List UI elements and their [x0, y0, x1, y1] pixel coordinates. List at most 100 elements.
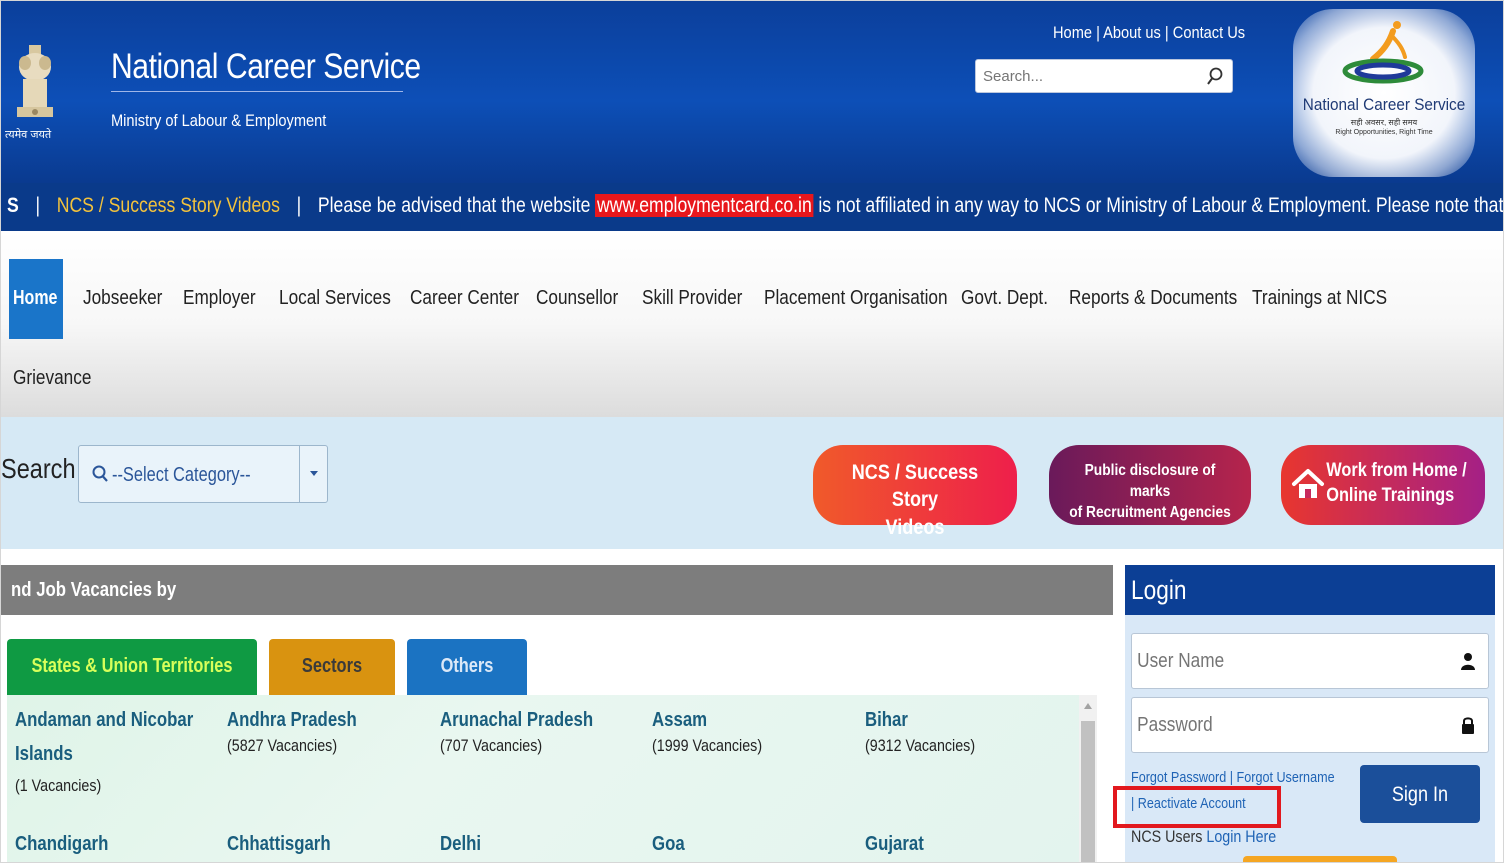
nav-jobseeker[interactable]: Jobseeker: [83, 287, 162, 310]
category-search-strip: Search --Select Category-- NCS / Success…: [1, 417, 1503, 549]
nav-skill-provider[interactable]: Skill Provider: [642, 287, 742, 310]
button-label-line: NCS / Success Story: [851, 461, 979, 512]
password-field: [1131, 697, 1489, 753]
nav-local-services[interactable]: Local Services: [279, 287, 391, 310]
state-item[interactable]: Andaman and Nicobar Islands (1 Vacancies…: [15, 703, 220, 801]
top-link-contact[interactable]: Contact Us: [1173, 23, 1245, 42]
ticker-success-videos-link[interactable]: NCS / Success Story Videos: [57, 194, 280, 217]
top-link-home[interactable]: Home: [1053, 23, 1092, 42]
nav-employer[interactable]: Employer: [183, 287, 256, 310]
ncs-logo[interactable]: National Career Service सही अवसर, सही सम…: [1293, 9, 1475, 177]
title-underline: [111, 91, 403, 92]
orange-button-partial[interactable]: [1243, 856, 1397, 862]
button-label-line: Work from Home /: [1326, 460, 1467, 481]
vacancies-heading: nd Job Vacancies by: [11, 579, 177, 601]
state-name[interactable]: Chandigarh: [15, 827, 187, 861]
button-label-line: Public disclosure of marks: [1084, 462, 1216, 500]
nav-placement-organisation[interactable]: Placement Organisation: [764, 287, 948, 310]
nav-home-label: Home: [13, 287, 58, 309]
button-label-line: Videos: [885, 515, 945, 539]
logo-hindi-tagline: सही अवसर, सही समय: [1350, 118, 1418, 127]
state-item[interactable]: Delhi: [440, 827, 645, 861]
scroll-up-arrow-icon[interactable]: [1084, 703, 1092, 709]
state-item[interactable]: Chandigarh: [15, 827, 220, 861]
vacancy-count: (707 Vacancies): [440, 736, 543, 755]
states-scrollbar[interactable]: [1079, 695, 1097, 862]
login-header: Login: [1125, 565, 1495, 615]
state-name[interactable]: Delhi: [440, 827, 612, 861]
lock-icon: [1462, 717, 1474, 734]
tab-label: States & Union Territories: [31, 655, 233, 677]
vacancy-count: (9312 Vacancies): [865, 736, 976, 755]
nav-grievance[interactable]: Grievance: [13, 367, 91, 390]
nav-home[interactable]: Home: [9, 259, 63, 339]
success-story-videos-label: NCS / Success Story Videos: [827, 459, 1002, 541]
nav-counsellor[interactable]: Counsellor: [536, 287, 618, 310]
state-item[interactable]: Chhattisgarh: [227, 827, 432, 861]
link-separator: |: [1229, 769, 1237, 786]
category-select-value: --Select Category--: [112, 464, 251, 486]
state-item[interactable]: Assam (1999 Vacancies): [652, 703, 857, 761]
tab-states-union-territories[interactable]: States & Union Territories: [7, 639, 257, 695]
top-link-about[interactable]: About us: [1103, 23, 1161, 42]
scroll-thumb[interactable]: [1081, 721, 1095, 862]
tab-sectors[interactable]: Sectors: [269, 639, 395, 695]
nav-trainings-nics[interactable]: Trainings at NICS: [1252, 287, 1387, 310]
work-from-home-label: Work from Home / Online Trainings: [1295, 459, 1470, 508]
login-title: Login: [1131, 575, 1187, 605]
emblem-motto: त्यमेव जयते: [5, 129, 52, 141]
states-grid: Andaman and Nicobar Islands (1 Vacancies…: [7, 695, 1079, 862]
vacancy-count: (1 Vacancies): [15, 776, 102, 795]
forgot-password-link[interactable]: Forgot Password: [1131, 769, 1226, 786]
login-here-link[interactable]: Login Here: [1206, 827, 1276, 846]
username-input[interactable]: [1132, 634, 1390, 688]
nav-reports-documents[interactable]: Reports & Documents: [1069, 287, 1237, 310]
site-title[interactable]: National Career Service: [111, 45, 421, 89]
username-field: [1131, 633, 1489, 689]
nav-govt-dept[interactable]: Govt. Dept.: [961, 287, 1048, 310]
ticker-lead[interactable]: S: [7, 194, 19, 217]
password-input[interactable]: [1132, 698, 1390, 752]
category-select[interactable]: --Select Category--: [78, 445, 328, 503]
forgot-links: Forgot Password | Forgot Username: [1131, 769, 1335, 786]
state-name[interactable]: Chhattisgarh: [227, 827, 399, 861]
top-links: Home | About us | Contact Us: [1053, 23, 1245, 43]
button-label-line: of Recruitment Agencies: [1069, 503, 1231, 521]
ticker-text: S | NCS / Success Story Videos | Please …: [7, 194, 1503, 218]
state-item[interactable]: Arunachal Pradesh (707 Vacancies): [440, 703, 645, 761]
state-item[interactable]: Andhra Pradesh (5827 Vacancies): [227, 703, 432, 761]
chevron-down-icon[interactable]: [310, 471, 318, 476]
state-item[interactable]: Bihar (9312 Vacancies): [865, 703, 1070, 761]
news-ticker: S | NCS / Success Story Videos | Please …: [1, 183, 1503, 231]
work-from-home-button[interactable]: Work from Home / Online Trainings: [1281, 445, 1485, 525]
ncs-users-line: NCS Users Login Here: [1131, 827, 1276, 847]
ticker-highlighted-url[interactable]: www.employmentcard.co.in: [595, 194, 814, 217]
ncs-swoosh-icon: [1342, 21, 1424, 84]
header-search: [975, 59, 1233, 93]
state-name[interactable]: Islands: [15, 737, 187, 771]
success-story-videos-button[interactable]: NCS / Success Story Videos: [813, 445, 1017, 539]
select-divider: [299, 446, 300, 502]
main-nav: Home Jobseeker Employer Local Services C…: [1, 231, 1503, 417]
vacancies-header: nd Job Vacancies by: [1, 565, 1113, 615]
sign-in-label: Sign In: [1391, 783, 1449, 806]
user-icon: [1461, 653, 1475, 670]
forgot-username-link[interactable]: Forgot Username: [1237, 769, 1335, 786]
state-name[interactable]: Andaman and Nicobar: [15, 703, 193, 737]
button-label-line: Online Trainings: [1326, 484, 1455, 506]
ticker-separator: |: [35, 194, 41, 217]
state-name[interactable]: Gujarat: [865, 827, 1037, 861]
ticker-notice-start: Please be advised that the website: [317, 194, 591, 217]
page-frame: त्यमेव जयते National Career Service Mini…: [0, 0, 1504, 863]
state-item[interactable]: Gujarat: [865, 827, 1070, 861]
header-search-input[interactable]: [976, 60, 1196, 92]
tab-others[interactable]: Others: [407, 639, 527, 695]
state-item[interactable]: Goa: [652, 827, 857, 861]
sign-in-button[interactable]: Sign In: [1360, 765, 1480, 823]
logo-tagline: Right Opportunities, Right Time: [1335, 129, 1433, 136]
search-icon[interactable]: [1206, 66, 1224, 86]
nav-career-center[interactable]: Career Center: [410, 287, 519, 310]
tab-label: Sectors: [301, 655, 363, 677]
state-name[interactable]: Goa: [652, 827, 824, 861]
public-disclosure-button[interactable]: Public disclosure of marks of Recruitmen…: [1049, 445, 1251, 525]
